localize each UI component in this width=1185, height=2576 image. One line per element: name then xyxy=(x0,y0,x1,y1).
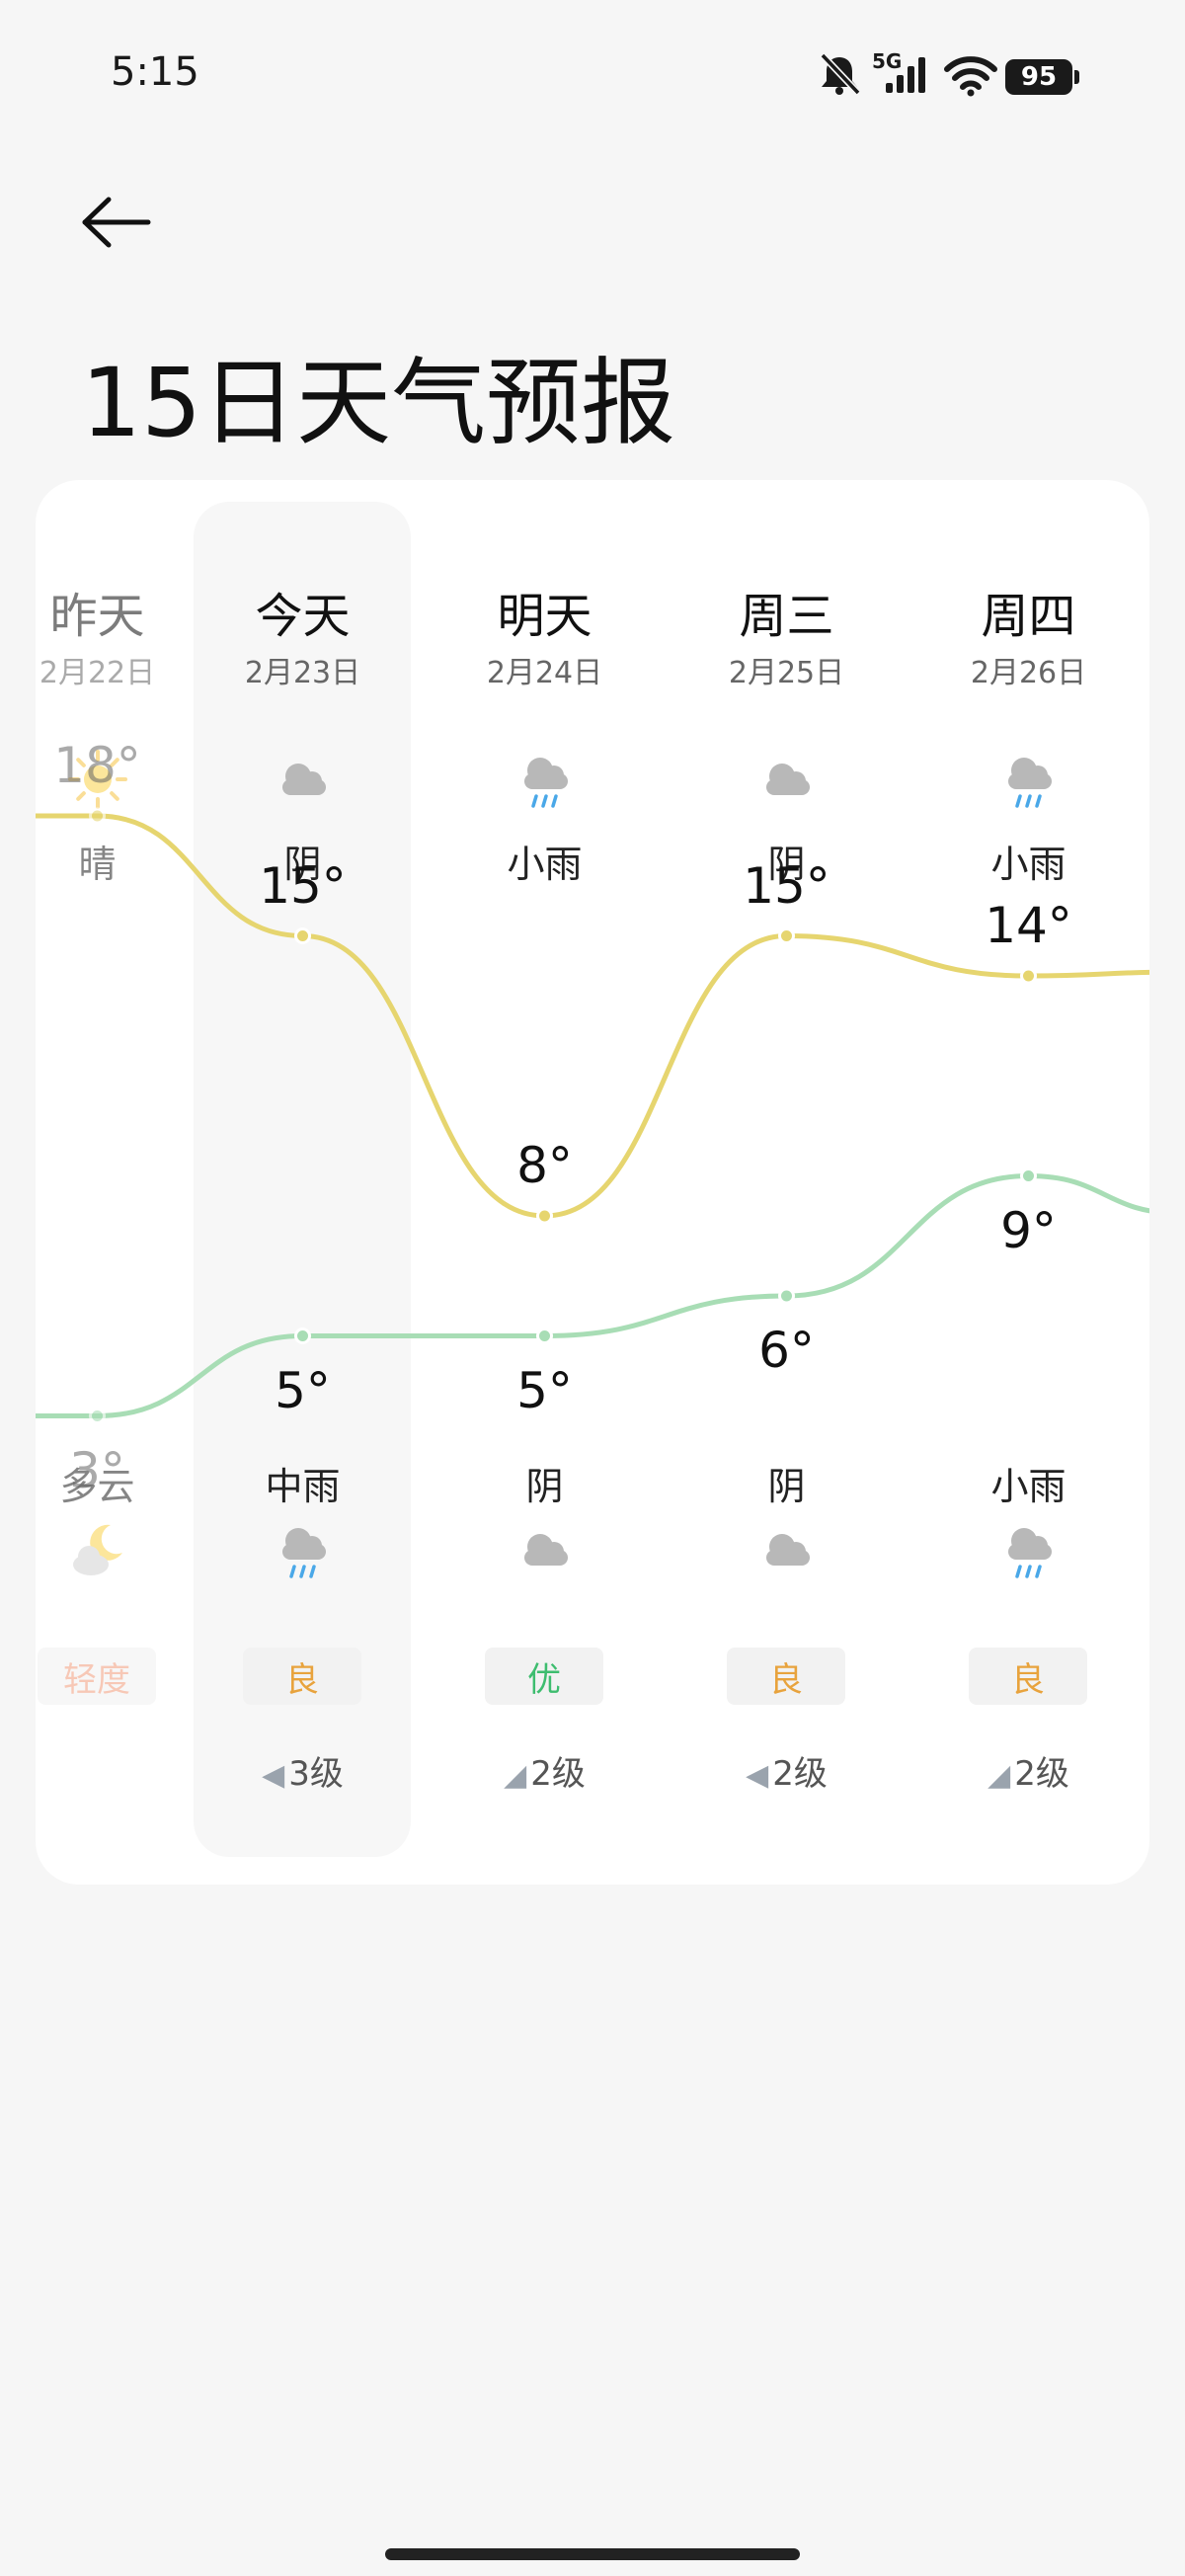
low-temp-point xyxy=(89,1408,106,1424)
high-temp-label: 14° xyxy=(985,897,1072,954)
battery-level: 95 xyxy=(1020,62,1058,92)
high-temp-line xyxy=(36,813,1149,1219)
low-temp-label: 5° xyxy=(516,1361,573,1419)
back-arrow-icon xyxy=(82,197,151,248)
high-temp-label: 15° xyxy=(743,856,830,915)
low-temp-label: 9° xyxy=(1000,1201,1057,1259)
high-temp-point xyxy=(536,1207,553,1225)
high-temp-label: 15° xyxy=(259,856,347,915)
low-temp-point xyxy=(294,1328,311,1344)
high-temp-label: 18° xyxy=(53,737,141,794)
status-time: 5:15 xyxy=(111,49,199,95)
low-temp-label: 5° xyxy=(275,1361,331,1419)
low-temp-label: 6° xyxy=(758,1322,815,1379)
low-temp-point xyxy=(1020,1167,1037,1184)
forecast-card[interactable]: 昨天 2月22日 晴 多云 轻度 今天 2月23日 阴 中雨 良 ◀ 3级 明天 … xyxy=(36,480,1149,1885)
low-temp-label: 3° xyxy=(69,1441,125,1499)
page-title: 15日天气预报 xyxy=(81,348,676,458)
high-temp-label: 8° xyxy=(516,1137,573,1194)
wifi-icon xyxy=(944,56,997,97)
high-temp-point xyxy=(1020,967,1037,985)
high-temp-point xyxy=(89,807,106,825)
low-temp-point xyxy=(778,1287,795,1305)
signal-icon xyxy=(886,57,925,93)
mute-bell-icon xyxy=(820,52,861,96)
high-temp-point xyxy=(778,927,795,944)
high-temp-point xyxy=(294,927,311,944)
back-button[interactable] xyxy=(77,188,156,257)
temperature-chart xyxy=(36,807,1149,1424)
battery-indicator: 95 xyxy=(1005,59,1079,95)
low-temp-line xyxy=(36,1172,1149,1418)
home-indicator[interactable] xyxy=(385,2548,800,2560)
low-temp-point xyxy=(536,1328,553,1344)
